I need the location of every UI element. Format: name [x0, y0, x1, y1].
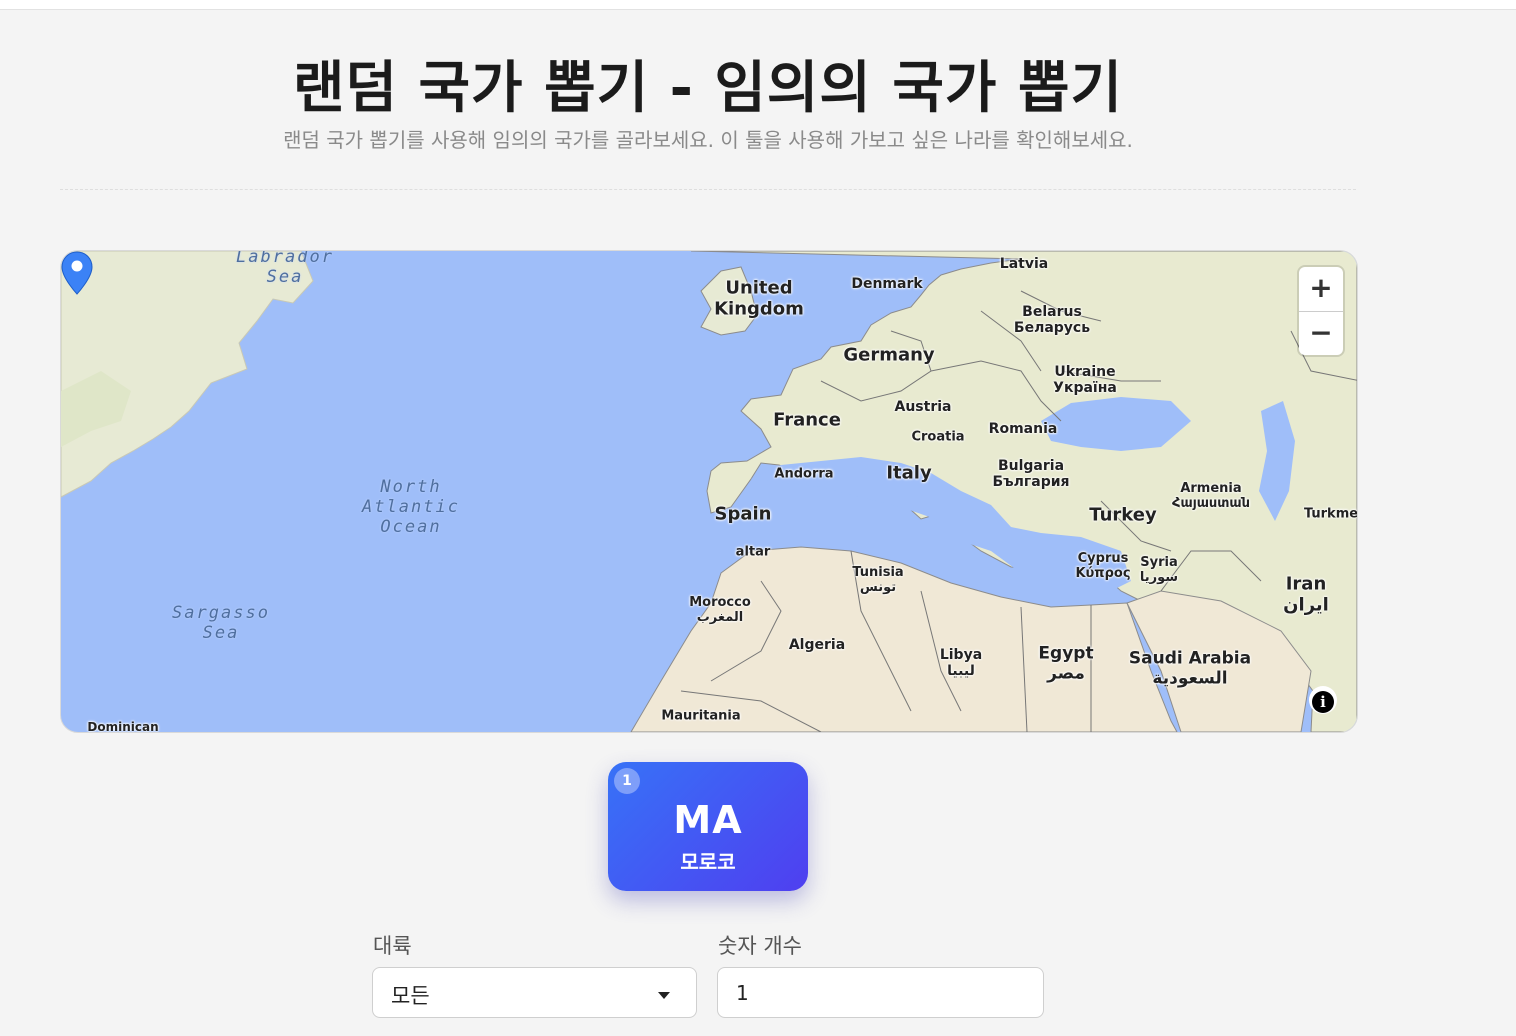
country-label: Egypt مصر [1038, 643, 1094, 683]
divider [60, 189, 1356, 190]
map-view[interactable]: Labrador Sea North Atlantic Ocean Sargasso S… [60, 250, 1358, 733]
zoom-in-button[interactable]: + [1299, 267, 1343, 312]
country-label: Cyprus Κύπρος [1075, 551, 1131, 581]
top-bar [0, 0, 1516, 10]
country-label: Belarus Беларусь [1013, 303, 1091, 336]
continent-select[interactable]: 모든 [372, 967, 697, 1018]
country-label: Iran ایران [1283, 573, 1329, 615]
country-label: Croatia [911, 429, 965, 445]
country-label: Andorra [774, 466, 834, 482]
country-label: Morocco المغرب [689, 595, 751, 625]
country-label: Spain [714, 503, 772, 525]
result-index-badge: 1 [614, 768, 640, 794]
country-label: France [773, 409, 841, 431]
zoom-control: + − [1299, 267, 1343, 355]
country-label: Romania [988, 420, 1058, 437]
country-label: Italy [886, 462, 932, 484]
country-label: altar [735, 544, 771, 560]
country-label: Tunisia تونس [852, 565, 904, 595]
page-subtitle: 랜덤 국가 뽑기를 사용해 임의의 국가를 골라보세요. 이 툴을 사용해 가보… [283, 128, 1133, 152]
country-label: United Kingdom [714, 277, 804, 319]
count-input[interactable] [717, 967, 1044, 1018]
zoom-out-button[interactable]: − [1299, 312, 1343, 356]
continent-select-value: 모든 [391, 984, 430, 1008]
country-label: Germany [843, 344, 935, 366]
result-country-code: MA [673, 798, 743, 842]
result-card[interactable]: 1 MA 모로코 [608, 762, 808, 891]
country-label: Mauritania [661, 708, 741, 724]
ocean-label-sargasso: Sargasso Sea [172, 603, 270, 643]
country-label: Armenia Հայաստան [1172, 481, 1250, 511]
country-label: Bulgaria България [992, 457, 1070, 490]
country-label: Latvia [999, 255, 1049, 272]
ocean-label-north-atlantic: North Atlantic Ocean [362, 477, 460, 537]
country-label: Ukraine Україна [1053, 363, 1117, 396]
continent-label: 대륙 [373, 934, 412, 958]
attribution-info-button[interactable]: i [1309, 686, 1337, 714]
map-pin-icon[interactable] [61, 251, 93, 295]
country-label: Syria سوريا [1139, 555, 1179, 585]
country-label: Dominican [87, 720, 159, 733]
country-label: Libya ليبيا [939, 646, 983, 679]
count-label: 숫자 개수 [718, 934, 802, 958]
ocean-label-labrador: Labrador Sea [236, 250, 334, 287]
info-icon: i [1312, 691, 1334, 713]
page-title: 랜덤 국가 뽑기 - 임의의 국가 뽑기 [293, 56, 1123, 121]
country-label: Saudi Arabia السعودية [1128, 648, 1252, 688]
result-country-name: 모로코 [680, 850, 736, 874]
country-label: Algeria [788, 636, 846, 653]
country-label: Turkme [1303, 506, 1358, 522]
country-label: Austria [894, 398, 952, 415]
caret-down-icon [658, 992, 670, 999]
country-label: Turkey [1089, 504, 1157, 526]
country-label: Denmark [851, 275, 923, 292]
